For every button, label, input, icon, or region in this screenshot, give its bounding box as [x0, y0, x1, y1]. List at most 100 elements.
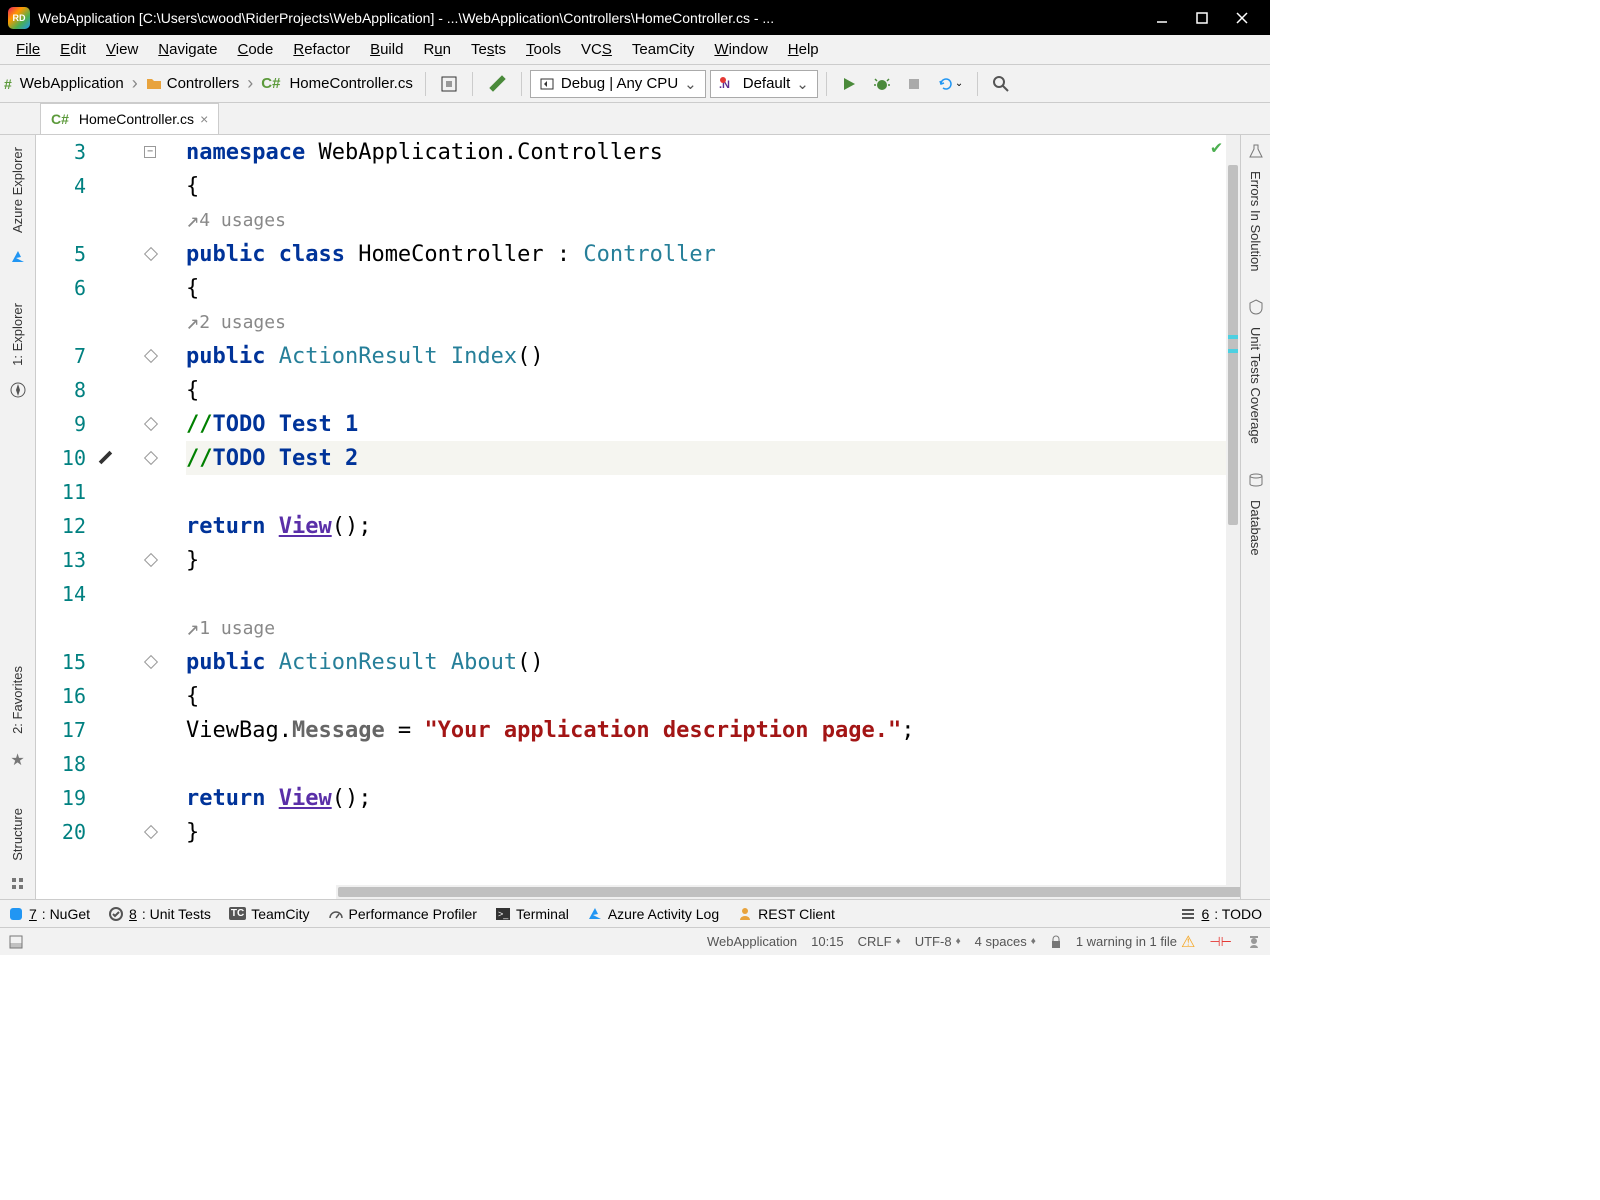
title-bar: RD WebApplication [C:\Users\cwood\RiderP… — [0, 0, 1270, 35]
status-encoding[interactable]: UTF-8♦ — [915, 934, 961, 949]
nuget-icon — [8, 906, 24, 922]
tool-structure[interactable]: Structure — [10, 804, 25, 865]
menu-build[interactable]: Build — [360, 37, 413, 62]
compass-icon — [10, 382, 26, 398]
tool-terminal[interactable]: >_Terminal — [495, 906, 569, 922]
hammer-icon — [487, 74, 507, 94]
menu-help[interactable]: Help — [778, 37, 829, 62]
star-icon: ★ — [10, 750, 24, 770]
status-man[interactable] — [1246, 934, 1262, 950]
maximize-button[interactable] — [1182, 0, 1222, 35]
menu-edit[interactable]: Edit — [50, 37, 96, 62]
bottom-tool-stripe: 7: NuGet 8: Unit Tests TCTeamCity Perfor… — [0, 899, 1270, 927]
tool-explorer[interactable]: 1: Explorer — [10, 299, 25, 370]
menu-teamcity[interactable]: TeamCity — [622, 37, 705, 62]
gauge-icon — [328, 906, 344, 922]
menu-code[interactable]: Code — [228, 37, 284, 62]
person-hat-icon — [1246, 934, 1262, 950]
close-tab-icon[interactable]: × — [200, 111, 208, 127]
tool-database[interactable]: Database — [1248, 496, 1263, 560]
breadcrumb: # WebApplication › Controllers › C# Home… — [4, 73, 417, 94]
refresh-icon — [937, 75, 955, 93]
stop-button[interactable] — [901, 73, 927, 95]
breadcrumb-folder[interactable]: Controllers — [142, 73, 244, 94]
toolbar: # WebApplication › Controllers › C# Home… — [0, 65, 1270, 103]
status-position[interactable]: 10:15 — [811, 934, 844, 949]
left-tool-stripe: Azure Explorer 1: Explorer 2: Favorites … — [0, 135, 36, 899]
azure-icon — [587, 906, 603, 922]
minimize-button[interactable] — [1142, 0, 1182, 35]
folder-icon — [146, 77, 162, 91]
search-icon — [992, 75, 1010, 93]
stop-icon — [907, 77, 921, 91]
editor-gutter: 3 4 5 6 7 8 9 10 11 12 13 14 15 16 17 18… — [36, 135, 186, 899]
azure-icon — [10, 249, 26, 265]
tool-profiler[interactable]: Performance Profiler — [328, 906, 477, 922]
profile-selector[interactable]: .N Default ⌄ — [710, 70, 818, 98]
tool-teamcity[interactable]: TCTeamCity — [229, 906, 310, 922]
status-line-ending[interactable]: CRLF♦ — [858, 934, 901, 949]
menu-tests[interactable]: Tests — [461, 37, 516, 62]
aim-icon — [440, 75, 458, 93]
config-icon — [539, 76, 555, 92]
person-icon — [737, 906, 753, 922]
chevron-down-icon: ⌄ — [684, 75, 697, 93]
play-icon — [841, 76, 857, 92]
menu-view[interactable]: View — [96, 37, 148, 62]
tool-azure-log[interactable]: Azure Activity Log — [587, 906, 719, 922]
code-editor[interactable]: 3 4 5 6 7 8 9 10 11 12 13 14 15 16 17 18… — [36, 135, 1240, 899]
code-area[interactable]: namespace WebApplication.Controllers { ↗… — [186, 135, 1240, 899]
lock-icon — [1050, 935, 1062, 949]
tool-unit-tests[interactable]: 8: Unit Tests — [108, 906, 211, 922]
status-lock[interactable] — [1050, 935, 1062, 949]
update-button[interactable]: ⌄ — [931, 71, 969, 97]
bug-icon — [873, 75, 891, 93]
dotnet-icon: .N — [719, 76, 737, 92]
vertical-scrollbar[interactable] — [1226, 135, 1240, 899]
tool-todo[interactable]: 6: TODO — [1180, 906, 1262, 922]
status-bar: WebApplication 10:15 CRLF♦ UTF-8♦ 4 spac… — [0, 927, 1270, 955]
rider-app-icon: RD — [8, 7, 30, 29]
csharp-icon: C# — [261, 75, 280, 92]
analysis-ok-icon[interactable]: ✔ — [1211, 137, 1222, 158]
menu-navigate[interactable]: Navigate — [148, 37, 227, 62]
csharp-icon: C# — [51, 111, 69, 127]
tool-favorites[interactable]: 2: Favorites — [10, 662, 25, 738]
status-inspection[interactable]: ⊣⊢ — [1209, 934, 1232, 950]
close-button[interactable] — [1222, 0, 1262, 35]
menu-refactor[interactable]: Refactor — [283, 37, 360, 62]
tests-icon — [108, 906, 124, 922]
breadcrumb-file[interactable]: C# HomeController.cs — [257, 73, 417, 94]
right-tool-stripe: Errors In Solution Unit Tests Coverage D… — [1240, 135, 1270, 899]
status-warnings[interactable]: 1 warning in 1 file ⚠ — [1076, 932, 1196, 952]
terminal-icon: >_ — [495, 906, 511, 922]
horizontal-scrollbar[interactable] — [336, 885, 1226, 899]
build-button[interactable] — [481, 70, 513, 98]
config-selector[interactable]: Debug | Any CPU ⌄ — [530, 70, 706, 98]
menu-tools[interactable]: Tools — [516, 37, 571, 62]
flask-icon — [1248, 143, 1264, 159]
database-icon — [1248, 472, 1264, 488]
menu-bar: File Edit View Navigate Code Refactor Bu… — [0, 35, 1270, 65]
panel-icon[interactable] — [8, 934, 24, 950]
build-gutter-icon[interactable] — [96, 449, 114, 467]
tool-nuget[interactable]: 7: NuGet — [8, 906, 90, 922]
menu-run[interactable]: Run — [413, 37, 461, 62]
debug-button[interactable] — [867, 71, 897, 97]
tool-errors[interactable]: Errors In Solution — [1248, 167, 1263, 275]
tool-rest-client[interactable]: REST Client — [737, 906, 835, 922]
menu-window[interactable]: Window — [704, 37, 777, 62]
run-button[interactable] — [835, 72, 863, 96]
status-indent[interactable]: 4 spaces♦ — [975, 934, 1036, 949]
select-target-button[interactable] — [434, 71, 464, 97]
search-button[interactable] — [986, 71, 1016, 97]
teamcity-icon: TC — [229, 907, 246, 920]
editor-tab-homecontroller[interactable]: C# HomeController.cs × — [40, 103, 219, 134]
breadcrumb-root[interactable]: WebApplication — [16, 73, 128, 94]
status-context[interactable]: WebApplication — [707, 934, 797, 949]
tool-coverage[interactable]: Unit Tests Coverage — [1248, 323, 1263, 448]
structure-icon — [11, 877, 25, 891]
tool-azure-explorer[interactable]: Azure Explorer — [10, 143, 25, 237]
menu-vcs[interactable]: VCS — [571, 37, 622, 62]
menu-file[interactable]: File — [6, 37, 50, 62]
